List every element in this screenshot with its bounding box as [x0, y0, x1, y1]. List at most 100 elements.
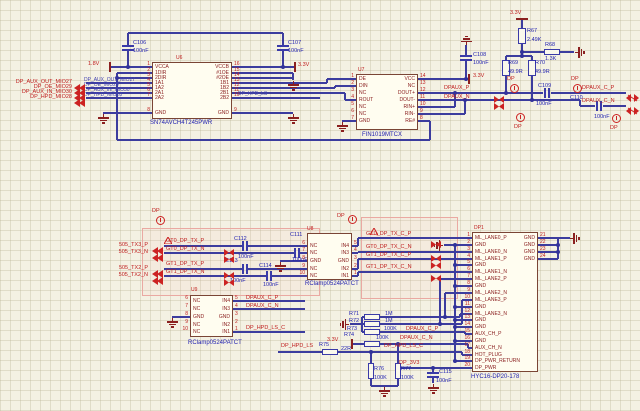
resistor-body-r75[interactable] — [322, 349, 338, 355]
wire[interactable] — [357, 272, 359, 276]
net-label[interactable]: DP_HPD_LS — [238, 91, 267, 97]
wire[interactable] — [117, 139, 430, 141]
wire[interactable] — [358, 237, 472, 239]
ground-icon[interactable] — [338, 127, 346, 129]
value-label[interactable]: 1M — [385, 311, 393, 317]
ground-icon[interactable] — [340, 130, 344, 132]
net-label[interactable]: GT1_DP_TX_C_P — [366, 252, 411, 258]
wire[interactable] — [232, 72, 293, 74]
wire[interactable] — [531, 76, 533, 100]
net-label[interactable]: DP_3V3 — [399, 360, 420, 366]
wire[interactable] — [232, 66, 295, 68]
value-label[interactable]: 100K — [401, 375, 414, 381]
wire[interactable] — [464, 100, 466, 114]
wire[interactable] — [127, 33, 129, 45]
wire[interactable] — [232, 82, 327, 84]
power-bar-icon[interactable] — [468, 74, 470, 84]
value-label[interactable]: 1.3K — [545, 56, 556, 62]
value-label[interactable]: C110 — [570, 95, 583, 101]
ground-icon[interactable] — [278, 270, 282, 272]
net-label[interactable]: GT1_DP_TX_P — [166, 261, 204, 267]
triangle-directive-icon[interactable] — [369, 222, 379, 236]
value-label[interactable]: 100nF — [594, 114, 610, 120]
ground-icon[interactable] — [460, 40, 472, 42]
ground-icon[interactable] — [291, 89, 295, 91]
ground-icon[interactable] — [465, 42, 467, 45]
wire[interactable] — [558, 237, 570, 239]
ground-icon[interactable] — [580, 48, 582, 56]
power-bar-icon[interactable] — [516, 18, 528, 20]
ground-icon[interactable] — [429, 389, 437, 391]
value-label[interactable]: 100nF — [238, 254, 254, 260]
dp-directive-icon[interactable] — [611, 113, 621, 123]
value-label[interactable]: 100nF — [473, 60, 489, 66]
wire[interactable] — [603, 105, 626, 107]
ground-icon[interactable] — [464, 35, 468, 37]
wire[interactable] — [580, 105, 595, 107]
ground-icon[interactable] — [101, 122, 105, 124]
wire[interactable] — [233, 331, 305, 333]
wire[interactable] — [282, 33, 284, 45]
value-label[interactable]: 100K — [384, 326, 397, 332]
port-arrow-icon[interactable] — [152, 249, 164, 262]
value-label[interactable]: R75 — [319, 342, 329, 348]
ground-icon[interactable] — [97, 117, 109, 119]
net-label[interactable]: DPAUX_C_N — [246, 303, 279, 309]
value-label[interactable]: C114 — [259, 263, 272, 269]
resistor-body-r74[interactable] — [364, 341, 380, 347]
net-label[interactable]: DP — [514, 124, 522, 130]
triangle-directive-icon[interactable] — [163, 231, 173, 245]
dp-directive-icon[interactable] — [515, 112, 525, 122]
power-bar-icon[interactable] — [294, 62, 296, 72]
capacitor-body-c113[interactable] — [246, 264, 248, 274]
ground-icon[interactable] — [336, 125, 348, 127]
ground-icon[interactable] — [287, 84, 299, 86]
net-label[interactable]: 3.3V — [298, 62, 309, 68]
wire[interactable] — [278, 351, 322, 353]
value-label[interactable]: C109 — [538, 83, 551, 89]
ground-icon[interactable] — [427, 387, 439, 389]
value-label[interactable]: R69 — [508, 60, 518, 66]
diffpair-icon[interactable] — [224, 273, 234, 286]
ground-icon[interactable] — [291, 122, 295, 124]
value-label[interactable]: 100K — [376, 335, 389, 341]
capacitor-body-c113[interactable] — [242, 264, 244, 274]
wire[interactable] — [418, 113, 465, 115]
value-label[interactable]: 2.49K — [527, 37, 541, 43]
net-label[interactable]: 3.3V — [473, 73, 484, 79]
ground-icon[interactable] — [462, 38, 470, 40]
value-label[interactable]: R76 — [374, 366, 384, 372]
net-label[interactable]: DP_HPD_MIO28 — [84, 92, 122, 98]
power-bar-icon[interactable] — [109, 62, 111, 72]
capacitor-body-c114[interactable] — [270, 271, 272, 281]
wire[interactable] — [560, 51, 574, 53]
wire[interactable] — [352, 343, 364, 345]
dp-directive-icon[interactable] — [509, 83, 519, 93]
wire[interactable] — [418, 92, 543, 94]
capacitor-body-c109[interactable] — [548, 88, 550, 98]
dp-directive-icon[interactable] — [572, 83, 582, 93]
wire[interactable] — [522, 51, 544, 53]
net-label[interactable]: DP_HPD_LS_C — [246, 325, 285, 331]
wire[interactable] — [506, 55, 532, 57]
ground-icon[interactable] — [382, 395, 386, 397]
net-label[interactable]: GT0_DP_TX_C_N — [366, 244, 412, 250]
net-label[interactable]: DP — [610, 125, 618, 131]
diffpair-icon[interactable] — [431, 235, 441, 248]
wire[interactable] — [432, 378, 434, 383]
wire[interactable] — [338, 351, 462, 353]
ground-icon[interactable] — [276, 267, 284, 269]
capacitor-body-c114[interactable] — [266, 271, 268, 281]
resistor-body-r71[interactable] — [364, 314, 380, 320]
net-label[interactable]: DPAUX_N — [444, 94, 470, 100]
ground-icon[interactable] — [170, 326, 174, 328]
net-label[interactable]: DP — [337, 213, 345, 219]
ground-icon[interactable] — [344, 318, 346, 330]
wire[interactable] — [465, 45, 467, 55]
value-label[interactable]: R68 — [545, 42, 555, 48]
ground-icon[interactable] — [289, 119, 297, 121]
net-label[interactable]: GT0_DP_TX_N — [166, 246, 205, 252]
wire[interactable] — [439, 279, 441, 324]
wire[interactable] — [361, 317, 363, 332]
ground-icon[interactable] — [287, 117, 299, 119]
